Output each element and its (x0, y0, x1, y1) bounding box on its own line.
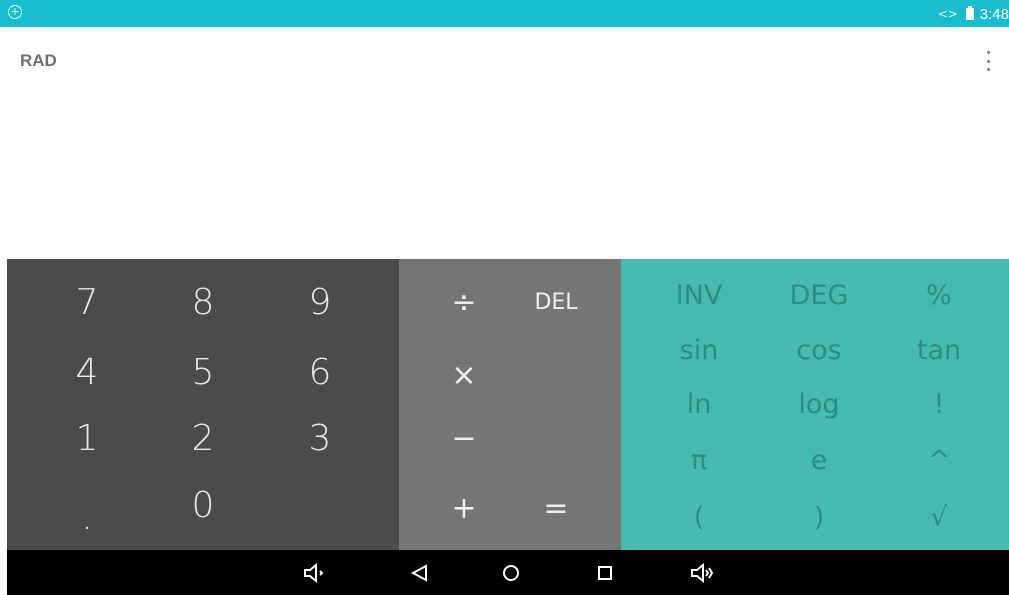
volume-up-icon[interactable] (689, 560, 715, 586)
log-button[interactable]: log (764, 377, 874, 431)
android-notification-icon: + (8, 5, 22, 19)
key-3[interactable]: 3 (265, 408, 375, 468)
tangent-button[interactable]: tan (884, 323, 994, 377)
subtract-button[interactable]: − (419, 408, 509, 468)
inverse-button[interactable]: INV (644, 268, 754, 322)
overflow-menu-icon[interactable] (985, 51, 991, 71)
square-root-button[interactable]: √ (884, 490, 994, 544)
key-7[interactable]: 7 (32, 272, 142, 332)
status-bar: + <> 3:48 (0, 0, 1009, 27)
numeric-pad: 7 8 9 4 5 6 1 2 3 . 0 (7, 259, 399, 550)
natural-log-button[interactable]: ln (644, 377, 754, 431)
percent-button[interactable]: % (884, 268, 994, 322)
factorial-button[interactable]: ! (884, 377, 994, 431)
calculator-display: RAD (0, 27, 1009, 259)
key-decimal[interactable]: . (32, 487, 142, 547)
degree-button[interactable]: DEG (764, 268, 874, 322)
euler-button[interactable]: e (764, 433, 874, 487)
equals-button[interactable]: = (511, 478, 601, 538)
key-5[interactable]: 5 (148, 342, 258, 402)
close-paren-button[interactable]: ) (764, 490, 874, 544)
divide-button[interactable]: ÷ (419, 272, 509, 332)
open-paren-button[interactable]: ( (644, 490, 754, 544)
key-1[interactable]: 1 (32, 408, 142, 468)
battery-icon (965, 6, 974, 20)
add-button[interactable]: + (419, 478, 509, 538)
key-9[interactable]: 9 (265, 272, 375, 332)
status-right: <> 3:48 (938, 4, 1009, 24)
sine-button[interactable]: sin (644, 323, 754, 377)
power-button[interactable]: ^ (884, 433, 994, 487)
multiply-button[interactable]: × (419, 345, 509, 405)
key-8[interactable]: 8 (148, 272, 258, 332)
key-0[interactable]: 0 (148, 475, 258, 535)
home-icon[interactable] (498, 560, 524, 586)
recent-apps-icon[interactable] (592, 560, 618, 586)
back-icon[interactable] (407, 560, 433, 586)
status-time: 3:48 (979, 5, 1009, 23)
angle-mode-indicator: RAD (20, 51, 57, 70)
sync-icon: <> (937, 7, 958, 21)
pi-button[interactable]: π (644, 433, 754, 487)
key-6[interactable]: 6 (265, 342, 375, 402)
delete-button[interactable]: DEL (511, 272, 601, 332)
volume-down-icon[interactable] (301, 560, 327, 586)
advanced-pad: INV DEG % sin cos tan ln log ! π e ^ ( )… (621, 259, 1009, 550)
key-2[interactable]: 2 (148, 408, 258, 468)
navigation-bar (7, 550, 1009, 595)
key-4[interactable]: 4 (32, 342, 142, 402)
cosine-button[interactable]: cos (764, 323, 874, 377)
operator-pad: ÷ DEL × − + = (399, 259, 621, 550)
